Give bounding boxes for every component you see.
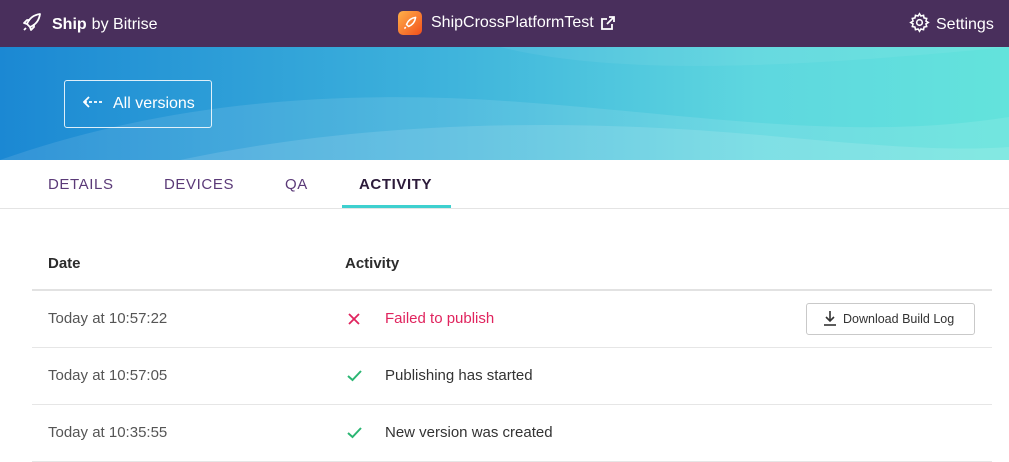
tab-activity[interactable]: ACTIVITY [359, 176, 432, 193]
row-activity: New version was created [385, 424, 553, 441]
brand-suffix: by Bitrise [91, 15, 158, 33]
brand-name: Ship [52, 15, 87, 33]
table-row: Today at 10:35:55 New version was create… [32, 405, 992, 462]
all-versions-label: All versions [113, 95, 195, 112]
all-versions-button[interactable]: All versions [64, 80, 212, 128]
external-link-icon[interactable] [600, 15, 616, 31]
gear-icon [909, 12, 930, 38]
row-date: Today at 10:57:05 [48, 367, 168, 384]
active-tab-indicator [342, 205, 451, 208]
table-row: Today at 10:57:22 Failed to publish Down… [32, 291, 992, 348]
row-date: Today at 10:35:55 [48, 424, 168, 441]
tab-devices[interactable]: DEVICES [164, 176, 234, 193]
settings-label: Settings [936, 16, 994, 33]
row-activity: Publishing has started [385, 367, 533, 384]
rocket-icon [22, 12, 42, 37]
arrow-left-icon [82, 95, 105, 113]
cross-icon [347, 312, 361, 331]
download-build-log-button[interactable]: Download Build Log [806, 303, 975, 335]
tab-details[interactable]: DETAILS [48, 176, 114, 193]
row-activity: Failed to publish [385, 310, 495, 327]
check-icon [347, 369, 362, 387]
column-header-date: Date [48, 255, 81, 272]
tab-qa[interactable]: QA [285, 176, 308, 193]
check-icon [347, 426, 362, 444]
download-icon [823, 310, 837, 329]
app-title-link[interactable]: ShipCrossPlatformTest [398, 11, 616, 35]
column-header-activity: Activity [345, 255, 400, 272]
hero-banner: All versions [0, 47, 1009, 160]
app-rocket-icon [398, 11, 422, 35]
brand-logo[interactable]: Ship by Bitrise [22, 12, 157, 37]
tab-bar: DETAILS DEVICES QA ACTIVITY [0, 160, 1009, 209]
app-name: ShipCrossPlatformTest [431, 14, 594, 31]
settings-button[interactable]: Settings [909, 12, 994, 38]
top-bar: Ship by Bitrise ShipCrossPlatformTest Se… [0, 0, 1009, 47]
download-build-log-label: Download Build Log [843, 312, 955, 326]
table-header: Date Activity [32, 209, 992, 291]
table-row: Today at 10:57:05 Publishing has started [32, 348, 992, 405]
row-date: Today at 10:57:22 [48, 310, 168, 327]
